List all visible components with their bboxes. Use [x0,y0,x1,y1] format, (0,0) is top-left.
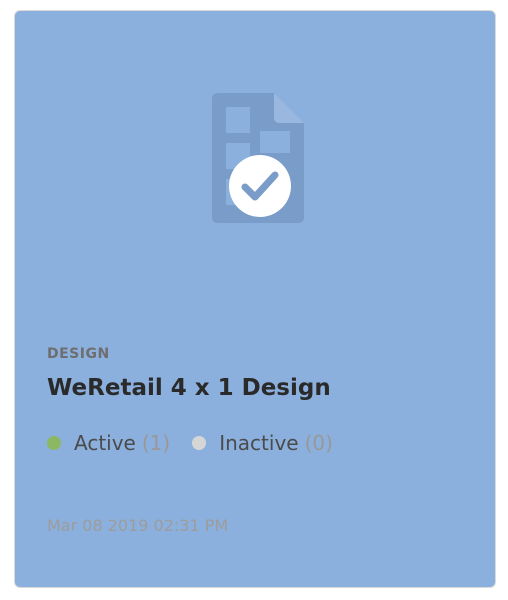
active-status-label: Active [74,431,136,455]
checkmark-icon [229,155,291,217]
card-title[interactable]: WeRetail 4 x 1 Design [47,375,331,401]
card-thumbnail[interactable] [15,11,495,331]
inactive-status-label: Inactive [219,431,299,455]
card-type-label: DESIGN [47,346,110,362]
active-status-dot [47,436,61,450]
design-card[interactable]: DESIGN WeRetail 4 x 1 Design Active (1) … [14,10,496,588]
status-summary: Active (1) Inactive (0) [47,429,355,457]
inactive-status-count: (0) [304,431,333,455]
inactive-status-dot [192,436,207,450]
active-status-count: (1) [141,431,171,455]
modified-timestamp: Mar 08 2019 02:31 PM [47,516,229,535]
status-inactive: Inactive (0) [192,431,333,455]
status-active: Active (1) [47,431,170,455]
